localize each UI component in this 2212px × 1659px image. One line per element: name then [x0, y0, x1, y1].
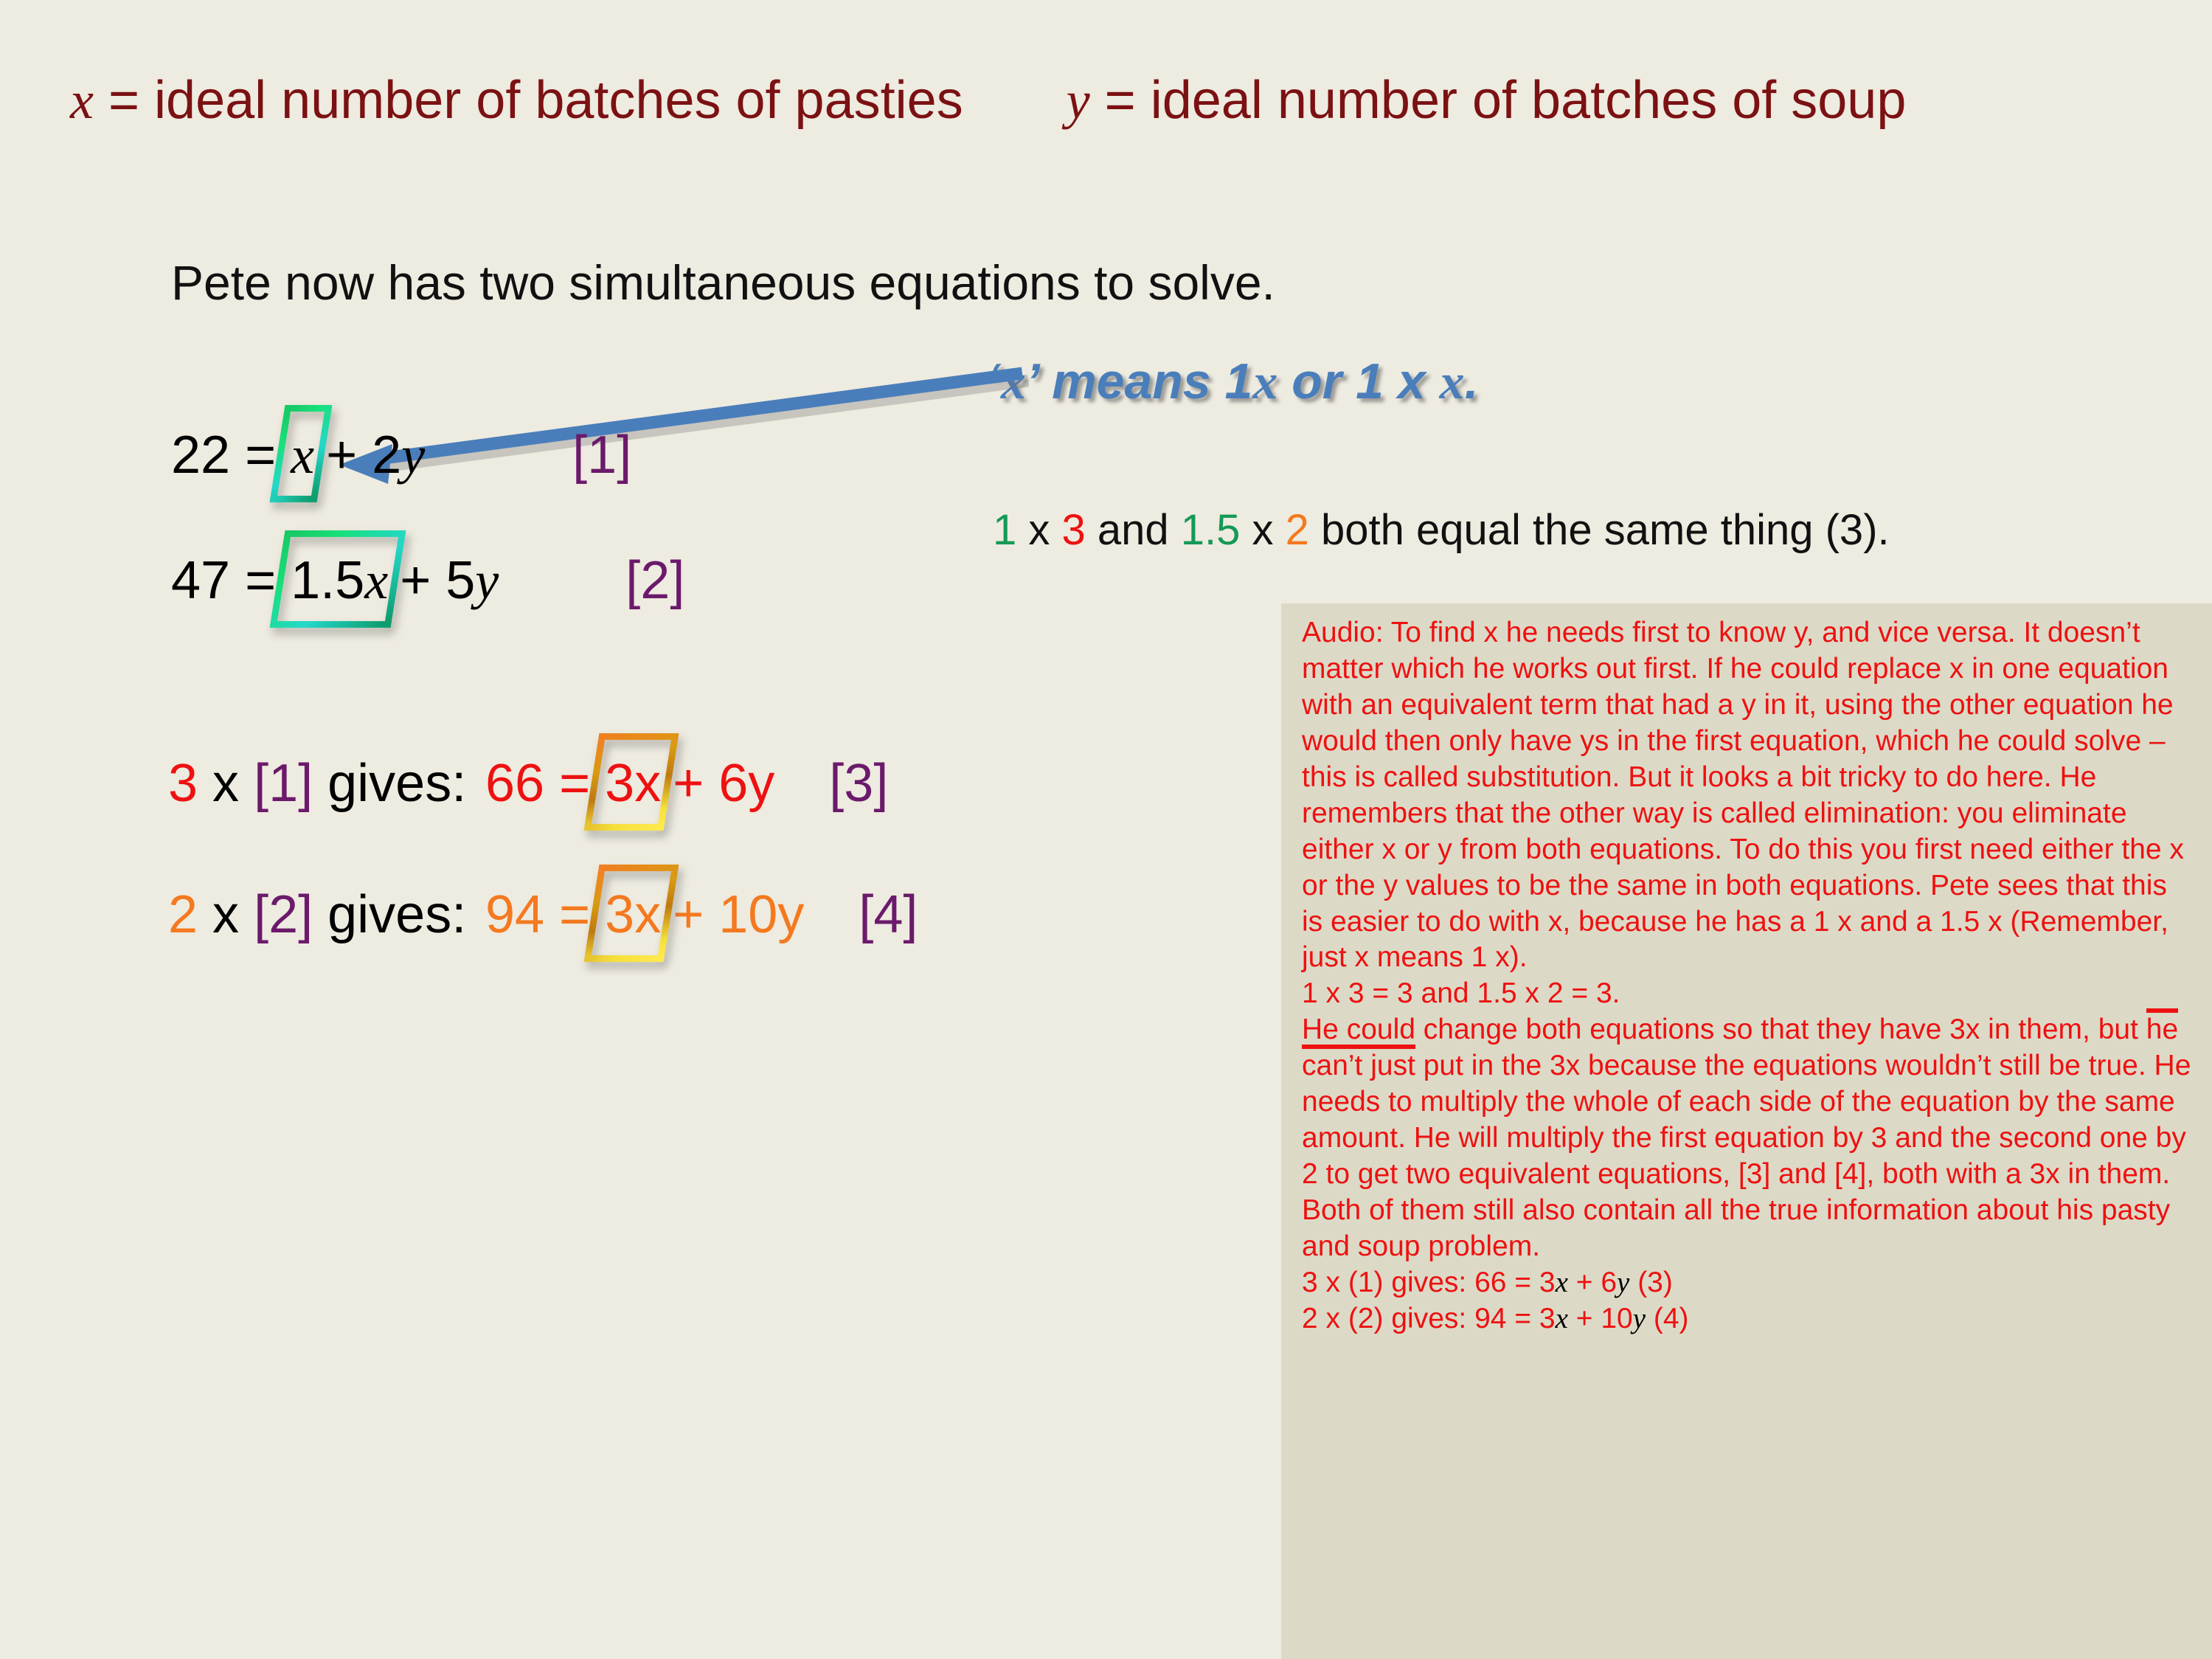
- same-thing-n3: 1.5: [1180, 506, 1241, 554]
- callout-x-means-1x: ‘x’ means 1x or 1 x x.: [987, 353, 1478, 411]
- callout-text-a: means 1: [1038, 353, 1253, 409]
- step-3-boxed-content: 3x: [605, 754, 661, 813]
- step-3-boxed-x: x: [634, 754, 662, 813]
- y-definition-text: = ideal number of batches of soup: [1089, 71, 1907, 130]
- step-4-tag: [4]: [859, 885, 918, 944]
- callout-x-symbol-2: x: [1252, 353, 1278, 409]
- audio-eq4-y: y: [1632, 1302, 1646, 1334]
- audio-body-2a: He could change both equations so that t…: [1302, 1014, 2146, 1046]
- x-definition-text: = ideal number of batches of pasties: [93, 71, 963, 130]
- step-4-lead: 2 x [2] gives:: [168, 888, 485, 941]
- equation-2-boxed-content: 1.5x: [291, 551, 388, 610]
- same-thing-t2: and: [1085, 506, 1181, 554]
- audio-paragraph-1: Audio: To find x he needs first to know …: [1302, 615, 2193, 976]
- step-4-rhs-var: y: [777, 885, 805, 944]
- callout-x-symbol-3: x: [1439, 353, 1465, 409]
- audio-eq4-pre: 2 x (2) gives: 94 = 3: [1302, 1302, 1556, 1334]
- step-3-gives: gives:: [313, 754, 467, 813]
- same-thing-t4: both equal the same thing (3).: [1308, 506, 1890, 554]
- intro-sentence: Pete now has two simultaneous equations …: [171, 255, 1275, 310]
- same-thing-t1: x: [1016, 506, 1062, 554]
- same-thing-explanation: 1 x 3 and 1.5 x 2 both equal the same th…: [993, 505, 1890, 555]
- audio-eq4-x: x: [1555, 1302, 1568, 1334]
- equation-1-lhs: 22 =: [171, 426, 277, 485]
- equation-2: 47 = 1.5x + 5y [2]: [171, 530, 685, 628]
- equation-2-rhs-var: y: [475, 551, 499, 610]
- audio-label: Audio:: [1302, 617, 1384, 648]
- audio-equals-line: 1 x 3 = 3 and 1.5 x 2 = 3.: [1302, 977, 1620, 1010]
- step-3-rhs-var: y: [748, 754, 775, 813]
- audio-narration-panel: Audio: To find x he needs first to know …: [1281, 603, 2212, 1659]
- same-thing-t3: x: [1240, 506, 1286, 554]
- equation-1: 22 = x + 2y [1]: [171, 405, 632, 502]
- same-thing-n4: 2: [1285, 506, 1309, 554]
- callout-x-symbol: x: [1000, 353, 1026, 409]
- y-variable-symbol: y: [1066, 71, 1090, 130]
- equation-1-rhs-var: y: [401, 426, 426, 485]
- equation-2-boxed-x: x: [364, 551, 389, 610]
- step-3-boxed-term: 3x: [583, 733, 679, 831]
- audio-eq3-x: x: [1555, 1266, 1568, 1298]
- audio-eq4-post: (4): [1646, 1302, 1689, 1334]
- equation-1-boxed-term: x: [269, 405, 333, 502]
- audio-equation-4-line: 2 x (2) gives: 94 = 3x + 10y (4): [1302, 1301, 2193, 1337]
- step-4-result-lhs: 94 =: [485, 885, 591, 944]
- step-3-tag: [3]: [829, 754, 889, 813]
- equation-1-rhs-coef: + 2: [326, 426, 402, 485]
- callout-text-b: or 1 x: [1277, 353, 1440, 409]
- audio-eq3-pre: 3 x (1) gives: 66 = 3: [1302, 1266, 1556, 1298]
- equation-1-tag: [1]: [572, 426, 632, 485]
- equation-2-boxed-term: 1.5x: [269, 530, 406, 628]
- audio-body-2c: put in the 3x because the equations woul…: [1302, 1050, 2191, 1262]
- step-3-lead: 3 x [1] gives:: [168, 757, 485, 810]
- audio-eq4-mid: + 10: [1567, 1302, 1633, 1334]
- audio-eq3-y: y: [1617, 1266, 1630, 1298]
- step-3-result-lhs: 66 =: [485, 754, 591, 813]
- equation-2-tag: [2]: [625, 551, 685, 610]
- step-3-multiplier: 3: [168, 754, 198, 813]
- step-4-boxed-number: 3: [605, 885, 635, 944]
- callout-open-quote: ‘: [987, 353, 1001, 409]
- step-4-boxed-content: 3x: [605, 885, 661, 944]
- same-thing-n2: 3: [1061, 506, 1086, 554]
- step-4-boxed-term: 3x: [583, 865, 679, 962]
- step-3-mult-sign: x: [198, 754, 254, 813]
- equation-1-boxed-x: x: [291, 426, 315, 485]
- step-4-multiplier: 2: [168, 885, 198, 944]
- step-3-boxed-number: 3: [605, 754, 635, 813]
- variable-definitions: x = ideal number of batches of pasties y …: [70, 70, 2121, 131]
- step-4-row: 2 x [2] gives: 94 = 3x + 10y [4]: [168, 865, 918, 962]
- callout-close-quote: ’: [1025, 353, 1039, 409]
- audio-body-1: To find x he needs first to know y, and …: [1302, 617, 2184, 974]
- step-3-row: 3 x [1] gives: 66 = 3x + 6y [3]: [168, 733, 889, 831]
- step-4-mult-sign: x: [198, 885, 254, 944]
- equation-2-lhs: 47 =: [171, 551, 277, 610]
- slide-canvas: x = ideal number of batches of pasties y …: [0, 0, 2212, 1659]
- step-3-ref: [1]: [254, 754, 313, 813]
- audio-equation-3-line: 3 x (1) gives: 66 = 3x + 6y (3): [1302, 1265, 2193, 1301]
- audio-eq3-mid: + 6: [1567, 1266, 1618, 1298]
- step-3-rhs-coef: + 6: [673, 754, 749, 813]
- audio-eq3-post: (3): [1629, 1266, 1673, 1298]
- step-4-gives: gives:: [313, 885, 467, 944]
- audio-paragraph-2: He could change both equations so that t…: [1302, 1008, 2193, 1265]
- equation-2-boxed-number: 1.5: [291, 551, 365, 610]
- step-4-rhs-coef: + 10: [673, 885, 778, 944]
- same-thing-n1: 1: [993, 506, 1017, 554]
- x-variable-symbol: x: [70, 71, 94, 130]
- step-4-boxed-x: x: [634, 885, 662, 944]
- step-4-ref: [2]: [254, 885, 313, 944]
- equation-2-rhs-coef: + 5: [400, 551, 476, 610]
- callout-text-c: .: [1464, 353, 1479, 409]
